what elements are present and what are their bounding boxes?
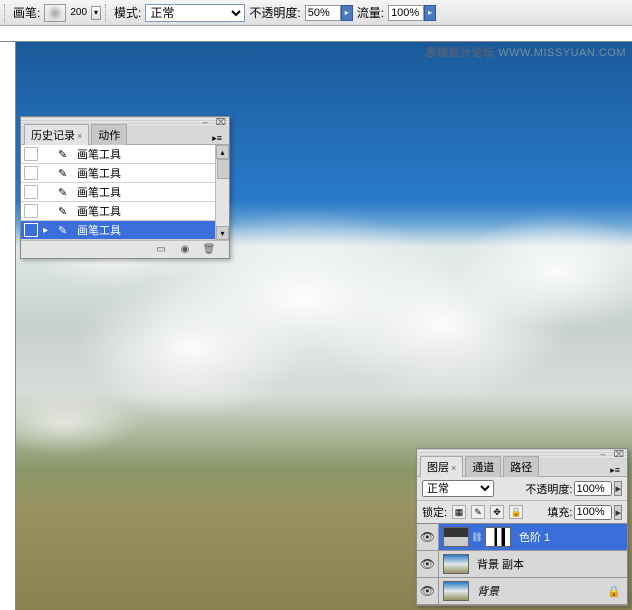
options-bar: 画笔: 200 ▾ 模式: 正常 不透明度: ▸ 流量: ▸ <box>0 0 632 26</box>
history-snapshot-box[interactable] <box>24 223 38 237</box>
scrollbar[interactable]: ▴ ▾ <box>215 145 229 240</box>
brush-preview[interactable] <box>44 4 66 22</box>
lock-pixels-icon[interactable]: ✎ <box>471 505 485 519</box>
history-item[interactable]: ▸ ✎ 画笔工具 <box>21 221 229 240</box>
layer-row[interactable]: 👁 背景 🔒 <box>417 578 627 605</box>
history-item[interactable]: ✎ 画笔工具 <box>21 202 229 221</box>
lock-transparency-icon[interactable]: ▦ <box>452 505 466 519</box>
lock-all-icon[interactable]: 🔒 <box>509 505 523 519</box>
scroll-thumb[interactable] <box>217 159 229 179</box>
brush-icon: ✎ <box>58 224 72 237</box>
layer-name[interactable]: 背景 <box>473 583 499 599</box>
flow-input[interactable] <box>388 5 424 21</box>
tab-actions[interactable]: 动作 <box>91 124 127 145</box>
brush-icon: ✎ <box>58 148 72 161</box>
new-document-icon[interactable]: ▭ <box>153 243 169 257</box>
layer-row[interactable]: 👁 背景 副本 <box>417 551 627 578</box>
panel-menu-icon[interactable]: ▸≡ <box>208 133 226 144</box>
layers-panel: – ⌧ 图层× 通道 路径 ▸≡ 正常 不透明度: ▸ 锁定: ▦ ✎ ✥ 🔒 … <box>416 448 628 606</box>
link-icon[interactable]: ⛓ <box>472 532 482 543</box>
history-snapshot-box[interactable] <box>24 204 38 218</box>
adjustment-thumb[interactable] <box>443 527 469 547</box>
opacity-input[interactable] <box>305 5 341 21</box>
fill-label: 填充: <box>547 504 572 520</box>
opacity-label: 不透明度: <box>249 4 300 21</box>
layer-name[interactable]: 背景 副本 <box>473 556 524 572</box>
layers-tabs: 图层× 通道 路径 ▸≡ <box>417 459 627 477</box>
layer-row[interactable]: 👁 ⛓ 色阶 1 <box>417 524 627 551</box>
flow-stepper[interactable]: ▸ <box>424 5 436 21</box>
tab-paths[interactable]: 路径 <box>503 456 539 477</box>
close-icon[interactable]: ⌧ <box>614 449 624 460</box>
history-current-marker: ▸ <box>43 225 53 236</box>
layer-thumb[interactable] <box>443 554 469 574</box>
mask-thumb[interactable] <box>485 527 511 547</box>
history-snapshot-box[interactable] <box>24 185 38 199</box>
brush-icon: ✎ <box>58 167 72 180</box>
layer-opacity-label: 不透明度: <box>525 481 572 497</box>
layer-name[interactable]: 色阶 1 <box>515 529 550 545</box>
brush-size-value: 200 <box>70 7 87 18</box>
brush-icon: ✎ <box>58 205 72 218</box>
layer-options-row: 正常 不透明度: ▸ <box>417 477 627 501</box>
layers-list: 👁 ⛓ 色阶 1 👁 背景 副本 👁 背景 🔒 <box>417 524 627 605</box>
history-footer: ▭ ◉ 🗑 <box>21 240 229 258</box>
history-snapshot-box[interactable] <box>24 166 38 180</box>
minimize-icon[interactable]: – <box>203 117 208 127</box>
layer-opacity-input[interactable] <box>574 481 612 496</box>
visibility-toggle-icon[interactable]: 👁 <box>417 551 439 577</box>
trash-icon[interactable]: 🗑 <box>201 243 217 257</box>
history-panel: – ⌧ 历史记录× 动作 ▸≡ ✎ 画笔工具 ✎ 画笔工具 <box>20 116 230 259</box>
lock-icon: 🔒 <box>607 585 627 598</box>
tab-history[interactable]: 历史记录× <box>24 124 89 145</box>
grip <box>4 4 9 22</box>
history-list: ✎ 画笔工具 ✎ 画笔工具 ✎ 画笔工具 ✎ 画笔工具 <box>21 145 229 240</box>
layer-thumb[interactable] <box>443 581 469 601</box>
history-item[interactable]: ✎ 画笔工具 <box>21 164 229 183</box>
blend-mode-select[interactable]: 正常 <box>145 4 245 22</box>
brush-label: 画笔: <box>13 4 40 21</box>
ruler-horizontal <box>0 26 632 42</box>
flow-label: 流量: <box>357 4 384 21</box>
tab-layers[interactable]: 图层× <box>420 456 463 477</box>
mode-label: 模式: <box>114 4 141 21</box>
lock-position-icon[interactable]: ✥ <box>490 505 504 519</box>
history-tabs: 历史记录× 动作 ▸≡ <box>21 127 229 145</box>
scroll-up-icon[interactable]: ▴ <box>216 145 229 159</box>
tab-channels[interactable]: 通道 <box>465 456 501 477</box>
brush-picker-dropdown[interactable]: ▾ <box>91 6 101 20</box>
minimize-icon[interactable]: – <box>601 449 606 459</box>
brush-icon: ✎ <box>58 186 72 199</box>
layer-lock-row: 锁定: ▦ ✎ ✥ 🔒 填充: ▸ <box>417 501 627 524</box>
opacity-stepper[interactable]: ▸ <box>341 5 353 21</box>
opacity-stepper[interactable]: ▸ <box>614 481 622 496</box>
watermark: 思缘设计论坛 WWW.MISSYUAN.COM <box>426 44 626 60</box>
snapshot-icon[interactable]: ◉ <box>177 243 193 257</box>
history-item[interactable]: ✎ 画笔工具 <box>21 145 229 164</box>
history-snapshot-box[interactable] <box>24 147 38 161</box>
ruler-vertical <box>0 42 16 610</box>
close-icon[interactable]: ⌧ <box>216 117 226 128</box>
history-item[interactable]: ✎ 画笔工具 <box>21 183 229 202</box>
separator <box>105 4 110 22</box>
lock-label: 锁定: <box>422 504 447 520</box>
fill-stepper[interactable]: ▸ <box>614 505 622 520</box>
fill-input[interactable] <box>574 505 612 520</box>
visibility-toggle-icon[interactable]: 👁 <box>417 524 439 550</box>
visibility-toggle-icon[interactable]: 👁 <box>417 578 439 604</box>
workspace: 思缘设计论坛 WWW.MISSYUAN.COM – ⌧ 历史记录× 动作 ▸≡ … <box>0 42 632 610</box>
scroll-down-icon[interactable]: ▾ <box>216 226 229 240</box>
layer-blend-mode-select[interactable]: 正常 <box>422 480 494 497</box>
panel-menu-icon[interactable]: ▸≡ <box>606 465 624 476</box>
